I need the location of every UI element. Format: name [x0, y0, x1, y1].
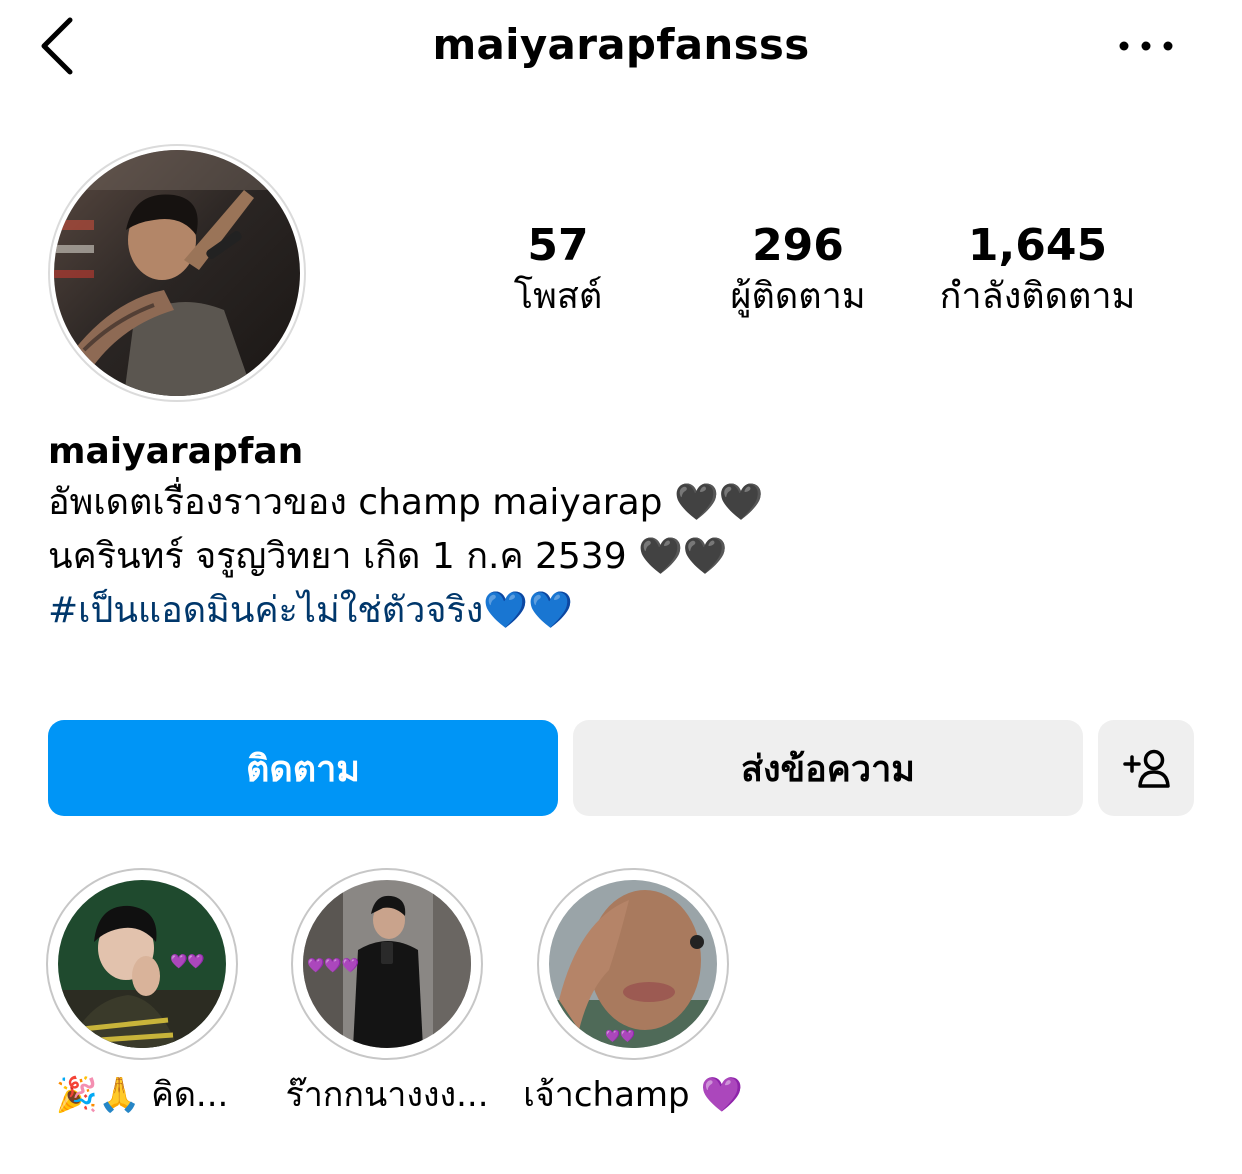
profile-username-title: maiyarapfansss — [432, 20, 810, 69]
following-count-label: กำลังติดตาม — [939, 276, 1136, 317]
profile-avatar[interactable] — [48, 144, 306, 402]
display-name: maiyarapfan — [48, 431, 304, 472]
following-count[interactable]: 1,645 กำลังติดตาม — [920, 218, 1155, 320]
message-button[interactable]: ส่งข้อความ — [573, 720, 1083, 816]
bio-line: อัพเดตเรื่องราวของ champ maiyarap 🖤🖤 — [48, 482, 764, 523]
highlight-ring: 💜💜💜 — [291, 868, 483, 1060]
more-options-button[interactable] — [1110, 28, 1180, 64]
followers-count-value: 296 — [752, 220, 844, 271]
profile-bio: maiyarapfan อัพเดตเรื่องราวของ champ mai… — [48, 428, 1198, 638]
highlight-label: ร๊ากกนางงง... — [285, 1075, 489, 1115]
highlight-cover: 💜💜💜 — [303, 880, 471, 1048]
svg-text:💜💜: 💜💜 — [170, 953, 205, 970]
posts-count-label: โพสต์ — [513, 276, 603, 317]
highlight-ring: 💜💜 — [537, 868, 729, 1060]
top-bar: maiyarapfansss — [0, 0, 1242, 92]
highlight-label: เจ้าchamp 💜 — [523, 1075, 743, 1115]
highlight-ring: 💜💜 — [46, 868, 238, 1060]
followers-count[interactable]: 296 ผู้ติดตาม — [708, 218, 888, 320]
story-highlight[interactable]: 💜💜💜 ร๊ากกนางงง... — [285, 868, 489, 1115]
suggest-users-button[interactable] — [1098, 720, 1194, 816]
add-user-icon — [1123, 749, 1170, 788]
following-count-value: 1,645 — [967, 220, 1108, 271]
followers-count-label: ผู้ติดตาม — [730, 276, 866, 317]
svg-text:💜💜💜: 💜💜💜 — [307, 957, 360, 974]
story-highlight[interactable]: 💜💜 🎉🙏 คิด... — [42, 868, 242, 1115]
ellipsis-icon — [1119, 41, 1173, 51]
svg-text:💜💜: 💜💜 — [605, 1029, 635, 1043]
bio-hashtag-link[interactable]: #เป็นแอดมินค่ะไม่ใช่ตัวจริง💙💙 — [48, 584, 1198, 638]
posts-count-value: 57 — [527, 220, 589, 271]
highlight-cover: 💜💜 — [549, 880, 717, 1048]
posts-count[interactable]: 57 โพสต์ — [478, 218, 638, 320]
highlight-cover: 💜💜 — [58, 880, 226, 1048]
bio-line: นครินทร์ จรูญวิทยา เกิด 1 ก.ค 2539 🖤🖤 — [48, 536, 728, 577]
story-highlight[interactable]: 💜💜 เจ้าchamp 💜 — [523, 868, 743, 1115]
follow-button[interactable]: ติดตาม — [48, 720, 558, 816]
highlight-label: 🎉🙏 คิด... — [55, 1075, 229, 1115]
avatar-image — [54, 150, 300, 396]
